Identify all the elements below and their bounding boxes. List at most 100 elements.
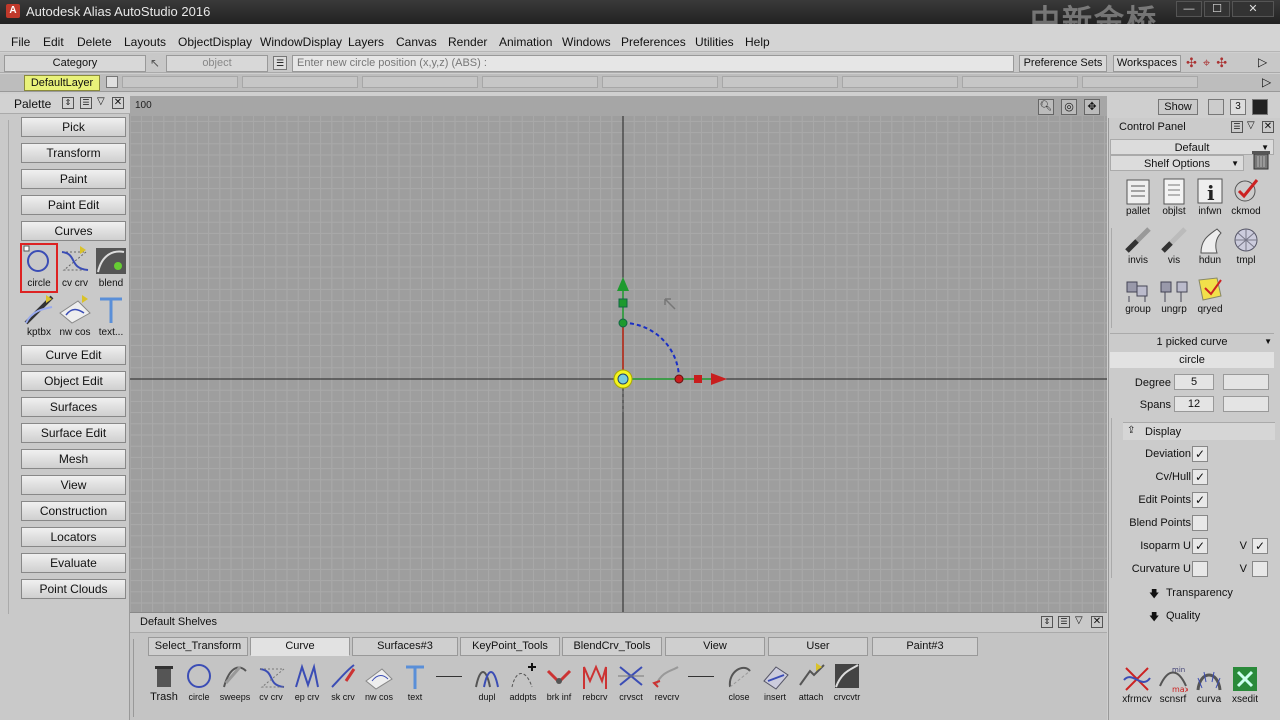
palette-kptbx-tool[interactable]: kptbx	[21, 293, 57, 341]
cp-group-button[interactable]: group	[1119, 274, 1157, 322]
category-dropdown[interactable]: Category	[4, 55, 146, 72]
palette-object-edit-button[interactable]: Object Edit	[21, 371, 126, 391]
view-color-icon[interactable]	[1252, 99, 1268, 115]
layer-slot[interactable]	[1082, 76, 1198, 88]
expand-icon[interactable]: ⇕	[1041, 616, 1053, 628]
spans-field[interactable]: 12	[1174, 396, 1214, 412]
palette-splitter[interactable]	[8, 120, 14, 614]
shelf-crvsct-button[interactable]: crvsct	[614, 661, 648, 707]
chevron-down-icon[interactable]: ▽	[97, 96, 105, 107]
option-v-checkbox[interactable]: ✓	[1252, 538, 1268, 554]
cp-tmpl-button[interactable]: tmpl	[1227, 225, 1265, 273]
palette-circle-tool[interactable]: circle	[20, 243, 58, 293]
option-checkbox[interactable]: ✓	[1192, 538, 1208, 554]
modeling-viewport[interactable]: 100 🔍︎ ◎ ✥	[130, 96, 1107, 612]
shelf-tab-select-transform[interactable]: Select_Transform	[148, 637, 248, 656]
shelf-tab-keypoint-tools[interactable]: KeyPoint_Tools	[460, 637, 560, 656]
menu-render[interactable]: Render	[448, 35, 487, 49]
transparency-section[interactable]: Transparency	[1166, 587, 1233, 599]
shelf-sweeps-button[interactable]: sweeps	[218, 661, 252, 707]
shelf-attach-button[interactable]: attach	[794, 661, 828, 707]
tool-shortcut-icons[interactable]: ✣⌖✣	[1186, 55, 1256, 72]
shelf-crvcvtr-button[interactable]: crvcvtr	[830, 661, 864, 707]
layer-slot[interactable]	[842, 76, 958, 88]
menu-animation[interactable]: Animation	[499, 35, 552, 49]
cp-curva-button[interactable]: curva	[1191, 664, 1227, 712]
shelf-brk-inf-button[interactable]: brk inf	[542, 661, 576, 707]
palette-paint-edit-button[interactable]: Paint Edit	[21, 195, 126, 215]
option-checkbox[interactable]: ✓	[1192, 446, 1208, 462]
shelf-tab-view[interactable]: View	[665, 637, 765, 656]
workspaces-button[interactable]: Workspaces	[1113, 55, 1181, 72]
view-grid-icon[interactable]	[1208, 99, 1224, 115]
layer-slot[interactable]	[362, 76, 478, 88]
cp-qryed-button[interactable]: qryed	[1191, 274, 1229, 322]
shelf-nw-cos-button[interactable]: nw cos	[362, 661, 396, 707]
default-layer-button[interactable]: DefaultLayer	[24, 75, 100, 91]
list-view-icon[interactable]: ☰	[1231, 121, 1243, 133]
degree-extra-field[interactable]	[1223, 374, 1269, 390]
palette-evaluate-button[interactable]: Evaluate	[21, 553, 126, 573]
layer-slot[interactable]	[482, 76, 598, 88]
trash-icon[interactable]	[1250, 148, 1272, 170]
cp-invis-button[interactable]: invis	[1119, 225, 1157, 273]
cp-scnsrf-button[interactable]: max min scnsrf	[1155, 664, 1191, 712]
command-input[interactable]: Enter new circle position (x,y,z) (ABS) …	[292, 55, 1014, 72]
shelf-tab-blendcrv-tools[interactable]: BlendCrv_Tools	[562, 637, 662, 656]
layer-slot[interactable]	[962, 76, 1078, 88]
menu-preferences[interactable]: Preferences	[621, 35, 686, 49]
shelf-addpts-button[interactable]: addpts	[506, 661, 540, 707]
layer-slot[interactable]	[722, 76, 838, 88]
menu-layouts[interactable]: Layouts	[124, 35, 166, 49]
shelf-rebcrv-button[interactable]: rebcrv	[578, 661, 612, 707]
menu-utilities[interactable]: Utilities	[695, 35, 734, 49]
option-checkbox[interactable]: ✓	[1192, 492, 1208, 508]
palette-mesh-button[interactable]: Mesh	[21, 449, 126, 469]
degree-field[interactable]: 5	[1174, 374, 1214, 390]
palette-locators-button[interactable]: Locators	[21, 527, 126, 547]
cp-infwn-button[interactable]: i infwn	[1191, 176, 1229, 224]
layer-slot[interactable]	[242, 76, 358, 88]
shelf-tab-user[interactable]: User	[768, 637, 868, 656]
zoom-icon[interactable]: 🔍︎	[1038, 99, 1054, 115]
chevron-down-icon[interactable]: ▽	[1247, 120, 1255, 131]
tumble-icon[interactable]: ◎	[1061, 99, 1077, 115]
spans-extra-field[interactable]	[1223, 396, 1269, 412]
shelf-close-button[interactable]: close	[722, 661, 756, 707]
shelf-tab-surfaces-3[interactable]: Surfaces#3	[352, 637, 458, 656]
cp-pallet-button[interactable]: pallet	[1119, 176, 1157, 224]
option-checkbox[interactable]	[1192, 515, 1208, 531]
cp-vis-button[interactable]: vis	[1155, 225, 1193, 273]
shelf-tab-curve[interactable]: Curve	[250, 637, 350, 656]
palette-curve-edit-button[interactable]: Curve Edit	[21, 345, 126, 365]
close-panel-icon[interactable]: ✕	[1262, 121, 1274, 133]
object-name-field[interactable]: circle	[1110, 352, 1274, 368]
palette-blend-tool[interactable]: blend	[93, 244, 129, 292]
menu-file[interactable]: File	[11, 35, 30, 49]
layer-visibility-toggle[interactable]	[106, 76, 118, 88]
option-checkbox[interactable]	[1192, 561, 1208, 577]
shelf-options-dropdown[interactable]: Shelf Options ▼	[1110, 155, 1244, 171]
layer-slot[interactable]	[122, 76, 238, 88]
option-v-checkbox[interactable]	[1252, 561, 1268, 577]
palette-text-tool[interactable]: text...	[93, 293, 129, 341]
palette-paint-button[interactable]: Paint	[21, 169, 126, 189]
close-button[interactable]: ✕	[1232, 1, 1274, 17]
arrow-right-icon[interactable]: ▷	[1258, 55, 1272, 72]
display-section-header[interactable]: ⇪ Display	[1123, 422, 1275, 440]
menu-delete[interactable]: Delete	[77, 35, 112, 49]
layer-scroll-right-icon[interactable]: ▷	[1262, 75, 1271, 89]
expand-icon[interactable]: ⇕	[62, 97, 74, 109]
shelf-sk-crv-button[interactable]: sk crv	[326, 661, 360, 707]
menu-objectdisplay[interactable]: ObjectDisplay	[178, 35, 252, 49]
palette-pick-button[interactable]: Pick	[21, 117, 126, 137]
shelf-insert-button[interactable]: insert	[758, 661, 792, 707]
list-icon[interactable]: ☰	[273, 56, 287, 70]
preference-sets-button[interactable]: Preference Sets	[1019, 55, 1107, 72]
cp-xfrmcv-button[interactable]: xfrmcv	[1119, 664, 1155, 712]
shelf-cv-crv-button[interactable]: cv crv	[254, 661, 288, 707]
pan-icon[interactable]: ✥	[1084, 99, 1100, 115]
menu-layers[interactable]: Layers	[348, 35, 384, 49]
shelf-dupl-button[interactable]: dupl	[470, 661, 504, 707]
picked-object-dropdown[interactable]: 1 picked curve ▼	[1110, 333, 1274, 349]
